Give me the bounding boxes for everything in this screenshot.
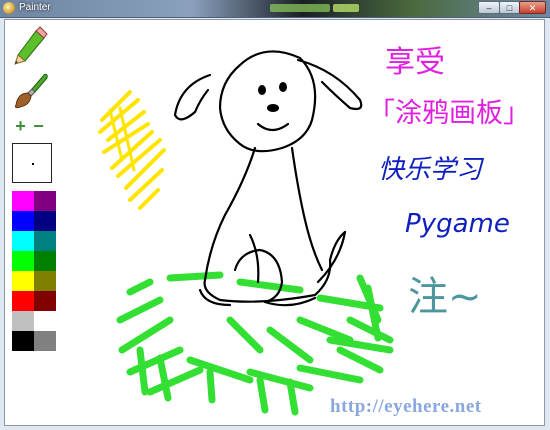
pencil-tool-button[interactable] [10, 25, 50, 65]
taskbar-glimpse-2 [333, 4, 359, 12]
minimize-button[interactable]: – [478, 1, 500, 14]
drawing-canvas[interactable]: 享受 「涂鸦画板」 快乐学习 Pygame 注~ [60, 20, 545, 425]
app-icon [3, 2, 15, 14]
dog-face [258, 82, 287, 112]
color-swatch[interactable] [34, 191, 56, 211]
color-swatch[interactable] [34, 231, 56, 251]
color-palette [12, 191, 56, 351]
color-swatch[interactable] [34, 271, 56, 291]
canvas-text-4: Pygame [405, 209, 510, 239]
size-increase-button[interactable]: + [12, 117, 29, 135]
color-swatch[interactable] [12, 191, 34, 211]
size-decrease-button[interactable]: − [30, 117, 47, 135]
yellow-scribble [98, 90, 166, 210]
maximize-button[interactable]: □ [499, 1, 520, 14]
dog-drawing [173, 50, 363, 307]
title-bar[interactable]: Painter – □ ✕ [0, 0, 550, 18]
color-swatch[interactable] [12, 331, 34, 351]
color-swatch[interactable] [34, 291, 56, 311]
color-swatch[interactable] [12, 311, 34, 331]
pencil-icon [14, 26, 48, 65]
close-button[interactable]: ✕ [519, 1, 546, 14]
color-swatch[interactable] [12, 271, 34, 291]
canvas-text-5: 注~ [408, 274, 482, 320]
color-swatch[interactable] [34, 211, 56, 231]
dog-mouth [256, 122, 290, 132]
window-title: Painter [19, 2, 51, 13]
canvas-text-2: 「涂鸦画板」 [368, 98, 530, 129]
color-swatch[interactable] [12, 231, 34, 251]
color-swatch[interactable] [12, 251, 34, 271]
color-swatch[interactable] [12, 291, 34, 311]
brush-size-preview [12, 143, 52, 183]
color-swatch[interactable] [34, 311, 56, 331]
taskbar-glimpse [270, 4, 330, 12]
canvas-text-1: 享受 [385, 45, 445, 80]
brush-tool-button[interactable] [10, 71, 50, 111]
color-swatch[interactable] [34, 331, 56, 351]
painter-window: Painter – □ ✕ + − 享受 「涂鸦画板」 快乐学习 Pygame … [0, 0, 550, 430]
green-grass [116, 271, 394, 416]
color-swatch[interactable] [34, 251, 56, 271]
paintbrush-icon [15, 73, 48, 109]
color-swatch[interactable] [12, 211, 34, 231]
client-area: + − 享受 「涂鸦画板」 快乐学习 Pygame 注~ http://eyeh… [4, 19, 545, 426]
brush-size-dot [32, 163, 34, 165]
canvas-text-3: 快乐学习 [378, 155, 485, 185]
watermark-url: http://eyehere.net [330, 396, 482, 417]
